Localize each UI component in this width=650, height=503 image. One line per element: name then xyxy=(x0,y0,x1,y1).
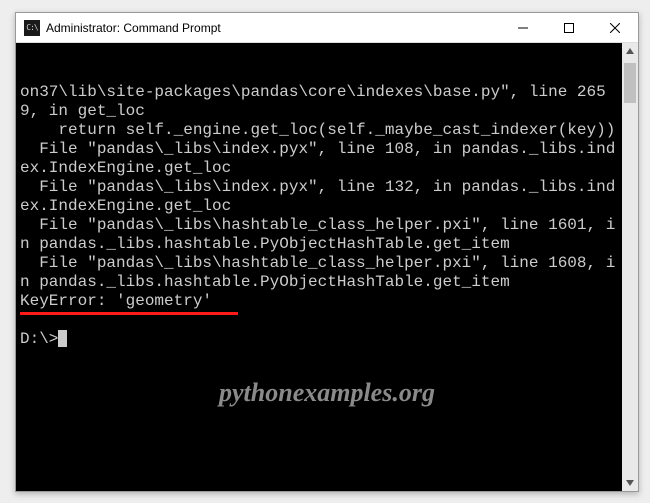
watermark-text: pythonexamples.org xyxy=(16,383,638,402)
prompt-line: D:\> xyxy=(20,330,58,348)
close-icon xyxy=(610,23,620,33)
scrollbar-thumb[interactable] xyxy=(624,63,636,103)
trace-line: on37\lib\site-packages\pandas\core\index… xyxy=(20,83,606,120)
close-button[interactable] xyxy=(592,13,638,42)
console-output: on37\lib\site-packages\pandas\core\index… xyxy=(20,83,634,349)
error-line: KeyError: 'geometry' xyxy=(20,292,212,310)
trace-line: File "pandas\_libs\index.pyx", line 108,… xyxy=(20,140,615,177)
trace-line: return self._engine.get_loc(self._maybe_… xyxy=(20,121,615,139)
window-title: Administrator: Command Prompt xyxy=(46,21,500,35)
trace-line: File "pandas\_libs\index.pyx", line 132,… xyxy=(20,178,615,215)
minimize-icon xyxy=(518,23,528,33)
cmd-icon: C:\ xyxy=(24,20,40,36)
error-underline xyxy=(20,312,238,315)
titlebar-controls xyxy=(500,13,638,42)
maximize-icon xyxy=(564,23,574,33)
maximize-button[interactable] xyxy=(546,13,592,42)
scroll-up-button[interactable] xyxy=(622,43,638,59)
chevron-down-icon xyxy=(626,479,634,487)
scroll-down-button[interactable] xyxy=(622,475,638,491)
chevron-up-icon xyxy=(626,47,634,55)
text-cursor xyxy=(58,330,67,347)
vertical-scrollbar[interactable] xyxy=(622,43,638,491)
trace-line: File "pandas\_libs\hashtable_class_helpe… xyxy=(20,216,615,253)
console-area[interactable]: on37\lib\site-packages\pandas\core\index… xyxy=(16,43,638,491)
command-prompt-window: C:\ Administrator: Command Prompt on37\l… xyxy=(15,12,639,492)
titlebar[interactable]: C:\ Administrator: Command Prompt xyxy=(16,13,638,43)
scrollbar-track[interactable] xyxy=(622,59,638,475)
trace-line: File "pandas\_libs\hashtable_class_helpe… xyxy=(20,254,615,291)
minimize-button[interactable] xyxy=(500,13,546,42)
